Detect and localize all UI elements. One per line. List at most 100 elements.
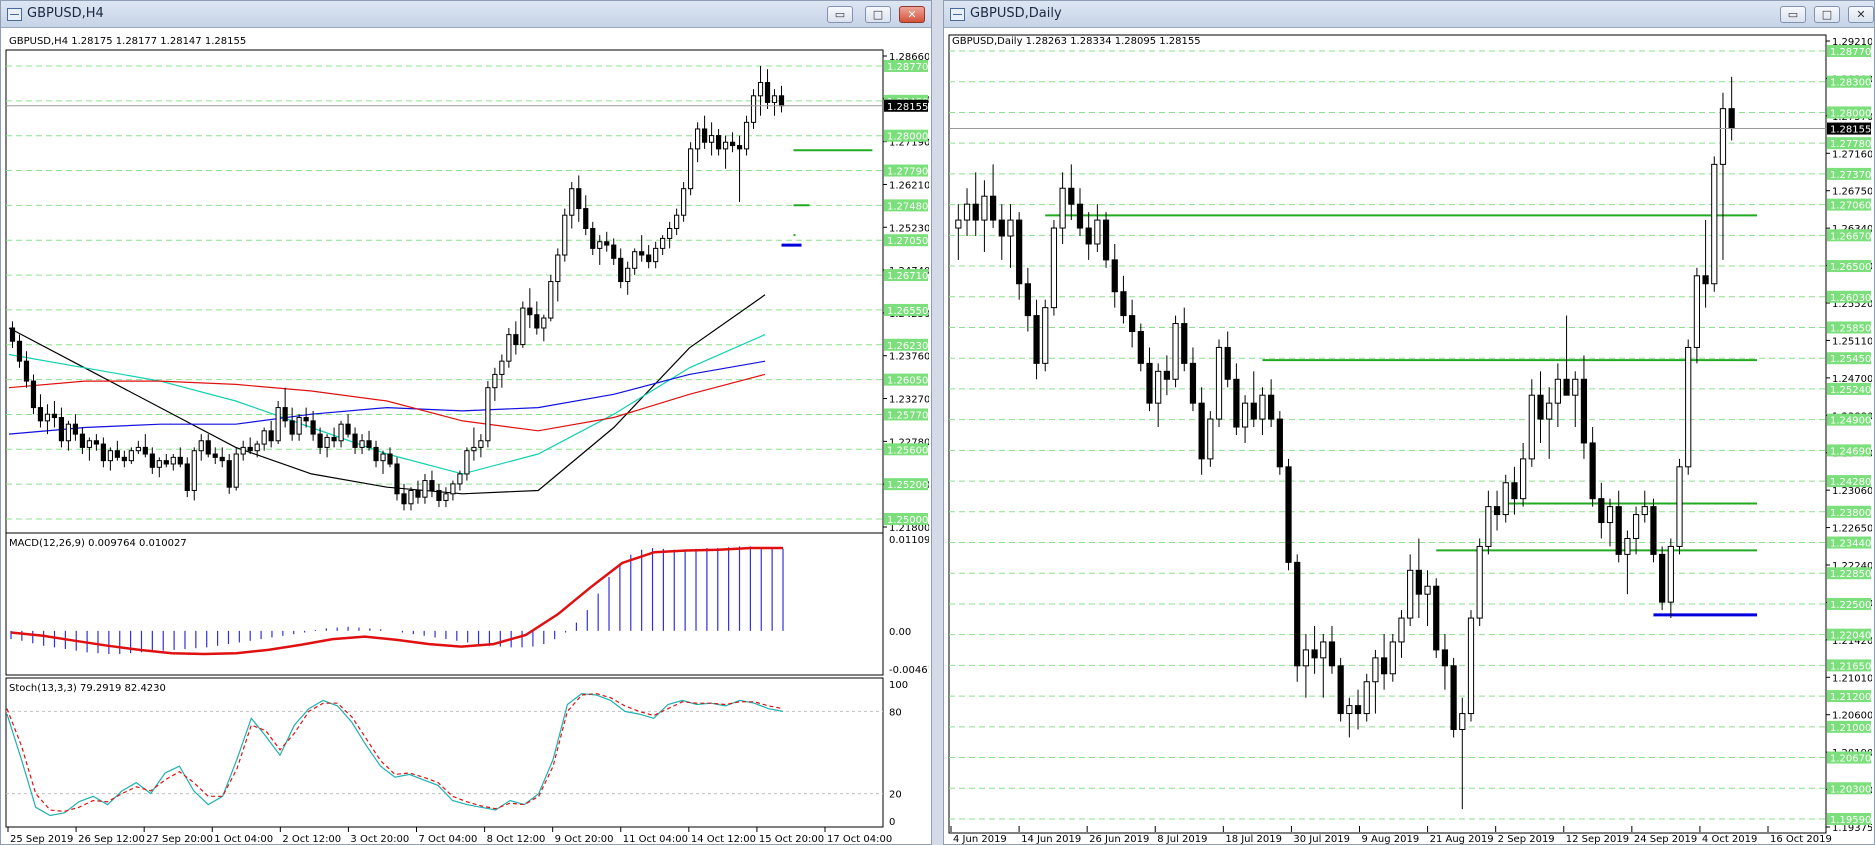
level-label: 1.26230 <box>887 341 928 352</box>
level-label: 1.26500 <box>1830 262 1871 273</box>
candle-body <box>1493 506 1501 516</box>
candle-body <box>1146 362 1153 404</box>
candle-body <box>1659 553 1666 603</box>
maximize-button[interactable]: □ <box>865 6 891 23</box>
candle-body <box>695 128 701 150</box>
x-tick-label: 9 Oct 20:00 <box>555 834 614 844</box>
maximize-button[interactable]: □ <box>1814 6 1840 23</box>
candle-body <box>37 407 44 422</box>
candle-body <box>736 145 743 150</box>
close-button[interactable]: ✕ <box>899 6 925 23</box>
stochastic-panel <box>5 677 884 828</box>
level-label: 1.28300 <box>1830 78 1871 89</box>
candle-body <box>170 456 176 465</box>
close-button[interactable]: ✕ <box>1848 6 1874 23</box>
candle-body <box>142 446 148 455</box>
candle-body <box>366 440 372 448</box>
minimize-button[interactable]: ▭ <box>827 6 853 23</box>
candle-body <box>1094 219 1101 245</box>
candle-body <box>1285 466 1292 563</box>
candle-body <box>121 456 127 462</box>
candle-body <box>1650 506 1657 555</box>
stochastic-y-tick-label: 0 <box>889 817 895 828</box>
candle-body <box>317 433 323 448</box>
h4-chart-window[interactable]: GBPUSD,H4 ▭ □ ✕ 1.286601.276801.271901.2… <box>0 0 932 845</box>
candle-body <box>1085 227 1092 245</box>
candle-body <box>100 443 106 462</box>
level-label: 1.27050 <box>887 236 928 247</box>
candle-body <box>1711 163 1718 285</box>
x-tick-label: 26 Jun 2019 <box>1089 834 1149 844</box>
h4-window-title: GBPUSD,H4 <box>27 6 104 21</box>
x-tick-label: 25 Sep 2019 <box>10 834 73 844</box>
x-tick-label: 16 Oct 2019 <box>1770 834 1832 844</box>
candle-body <box>534 314 540 329</box>
candle-body <box>107 450 113 462</box>
current-price-label: 1.28155 <box>887 102 928 113</box>
candle-body <box>1346 705 1353 715</box>
candle-body <box>1276 418 1283 468</box>
level-label: 1.25850 <box>1830 323 1871 334</box>
candle-body <box>324 436 330 448</box>
daily-chart-window[interactable]: GBPUSD,Daily ▭ □ ✕ 1.292101.283901.27570… <box>943 0 1875 845</box>
h4-title-bar[interactable]: GBPUSD,H4 ▭ □ ✕ <box>1 1 931 28</box>
candle-body <box>1189 362 1197 404</box>
candle-body <box>401 493 407 505</box>
x-tick-label: 8 Jul 2019 <box>1157 834 1207 844</box>
level-label: 1.28000 <box>887 132 928 143</box>
candle-body <box>702 128 708 143</box>
candle-body <box>1702 275 1709 285</box>
candle-body <box>597 241 603 249</box>
chart-window-icon <box>7 8 22 21</box>
daily-chart-canvas[interactable]: 1.292101.283901.275701.271601.267501.263… <box>946 29 1872 844</box>
x-tick-label: 21 Aug 2019 <box>1430 834 1494 844</box>
candle-body <box>576 188 582 210</box>
candle-body <box>1624 537 1631 555</box>
x-tick-label: 14 Oct 12:00 <box>691 834 756 844</box>
candle-body <box>254 443 260 452</box>
level-label: 1.20670 <box>1830 754 1871 765</box>
candle-body <box>457 473 463 485</box>
daily-title-bar[interactable]: GBPUSD,Daily ▭ □ ✕ <box>944 1 1874 28</box>
x-tick-label: 4 Oct 2019 <box>1702 834 1757 844</box>
macd-y-tick-label: -0.00461 <box>889 665 929 676</box>
y-tick-label: 1.25230 <box>889 223 929 234</box>
candle-body <box>1042 307 1049 364</box>
candle-body <box>149 453 155 468</box>
candle-body <box>527 307 533 316</box>
candle-body <box>1537 394 1544 420</box>
macd-y-tick-label: 0.011093 <box>889 535 929 546</box>
x-tick-label: 11 Oct 04:00 <box>623 834 688 844</box>
candle-body <box>226 460 232 488</box>
candle-body <box>9 327 16 342</box>
stochastic-y-tick-label: 80 <box>889 707 902 718</box>
minimize-button[interactable]: ▭ <box>1780 6 1806 23</box>
candle-body <box>1129 315 1136 333</box>
candle-body <box>1007 219 1014 237</box>
candle-body <box>743 121 750 150</box>
candle-body <box>1241 402 1249 428</box>
y-tick-label: 1.21010 <box>1832 673 1872 684</box>
price-panel <box>948 34 1827 834</box>
candle-body <box>715 135 722 150</box>
candle-body <box>604 241 610 246</box>
y-tick-label: 1.26210 <box>889 180 929 191</box>
candle-body <box>506 334 512 362</box>
candle-body <box>30 380 37 409</box>
candle-body <box>1224 346 1231 380</box>
candle-body <box>128 450 134 462</box>
candle-body <box>464 450 470 475</box>
candle-body <box>1250 402 1257 420</box>
candle-body <box>275 407 281 442</box>
candle-body <box>240 446 246 455</box>
candle-body <box>639 251 645 256</box>
candle-body <box>184 463 190 492</box>
h4-chart-canvas[interactable]: 1.286601.276801.271901.262101.252301.247… <box>3 29 929 844</box>
x-tick-label: 2 Sep 2019 <box>1498 834 1555 844</box>
candle-body <box>1163 370 1170 380</box>
candle-body <box>1589 442 1596 500</box>
candle-body <box>359 440 365 448</box>
candle-body <box>1215 346 1223 420</box>
candle-body <box>380 453 386 462</box>
candle-body <box>310 420 316 435</box>
